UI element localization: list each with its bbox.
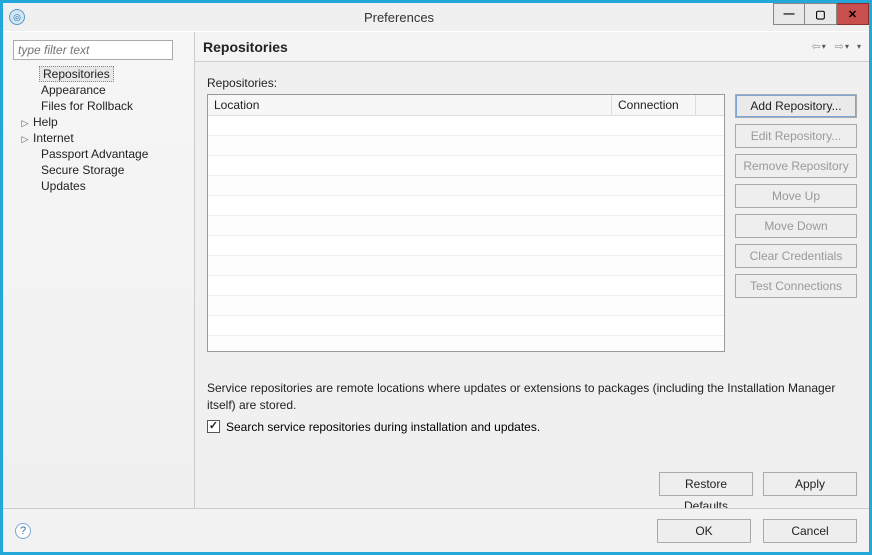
tree-item[interactable]: Passport Advantage	[13, 146, 184, 162]
nav-forward-menu-icon[interactable]: ▾	[845, 42, 849, 51]
table-row	[208, 176, 724, 196]
move-down-button[interactable]: Move Down	[735, 214, 857, 238]
tree-item-label: Files for Rollback	[39, 99, 135, 113]
tree-item[interactable]: ▷Internet	[13, 130, 184, 146]
app-icon: ◎	[9, 9, 25, 25]
table-header: Location Connection	[208, 95, 724, 116]
column-location[interactable]: Location	[208, 95, 612, 115]
tree-item-label: Repositories	[39, 66, 114, 82]
table-row	[208, 296, 724, 316]
cancel-button[interactable]: Cancel	[763, 519, 857, 543]
minimize-button[interactable]: —	[773, 3, 805, 25]
search-repos-label: Search service repositories during insta…	[226, 420, 540, 434]
tree-item-label: Help	[31, 115, 60, 129]
search-repos-checkbox-row: Search service repositories during insta…	[207, 420, 857, 434]
test-connections-button[interactable]: Test Connections	[735, 274, 857, 298]
table-row	[208, 236, 724, 256]
view-menu-icon[interactable]: ▾	[857, 42, 861, 51]
table-row	[208, 256, 724, 276]
expander-icon[interactable]: ▷	[19, 134, 31, 145]
page-body: Repositories: Location Connection Add Re…	[195, 62, 869, 508]
tree-item[interactable]: Files for Rollback	[13, 98, 184, 114]
table-row	[208, 316, 724, 336]
titlebar: ◎ Preferences — ▢ ✕	[3, 3, 869, 31]
window-controls: — ▢ ✕	[773, 3, 869, 31]
filter-input[interactable]	[13, 40, 173, 60]
tree-item[interactable]: Updates	[13, 178, 184, 194]
tree-item-label: Passport Advantage	[39, 147, 150, 161]
tree-item-label: Appearance	[39, 83, 108, 97]
clear-credentials-button[interactable]: Clear Credentials	[735, 244, 857, 268]
repo-buttons: Add Repository... Edit Repository... Rem…	[735, 94, 857, 298]
tree-item[interactable]: Repositories	[13, 66, 184, 82]
table-row	[208, 136, 724, 156]
column-connection[interactable]: Connection	[612, 95, 696, 115]
add-repository-button[interactable]: Add Repository...	[735, 94, 857, 118]
nav-back-menu-icon[interactable]: ▾	[822, 42, 826, 51]
tree-item[interactable]: ▷Help	[13, 114, 184, 130]
maximize-button[interactable]: ▢	[805, 3, 837, 25]
help-icon[interactable]: ?	[15, 523, 31, 539]
apply-button[interactable]: Apply	[763, 472, 857, 496]
nav-back-icon[interactable]: ⇦	[812, 40, 821, 53]
nav-forward-icon[interactable]: ⇨	[835, 40, 844, 53]
preferences-tree[interactable]: RepositoriesAppearance Files for Rollback…	[13, 66, 184, 194]
content-area: RepositoriesAppearanceFiles for Rollback…	[3, 31, 869, 508]
restore-defaults-button[interactable]: Restore Defaults	[659, 472, 753, 496]
close-button[interactable]: ✕	[837, 3, 869, 25]
edit-repository-button[interactable]: Edit Repository...	[735, 124, 857, 148]
left-pane: RepositoriesAppearance Files for Rollback…	[3, 32, 195, 508]
expander-icon[interactable]: ▷	[19, 118, 31, 129]
table-row	[208, 336, 724, 352]
table-and-buttons: Location Connection Add Repository... Ed…	[207, 94, 857, 352]
repositories-table[interactable]: Location Connection	[207, 94, 725, 352]
window-title: Preferences	[25, 10, 773, 25]
ok-button[interactable]: OK	[657, 519, 751, 543]
table-row	[208, 116, 724, 136]
table-body	[208, 116, 724, 352]
preferences-window: ◎ Preferences — ▢ ✕ RepositoriesAppearan…	[0, 0, 872, 555]
dialog-footer: ? OK Cancel	[3, 508, 869, 552]
page-title: Repositories	[203, 39, 811, 55]
tree-item-label: Secure Storage	[39, 163, 126, 177]
table-row	[208, 216, 724, 236]
right-pane: Repositories ⇦ ▾ ⇨ ▾ ▾ Repositories: Loc…	[195, 32, 869, 508]
table-row	[208, 276, 724, 296]
table-row	[208, 156, 724, 176]
page-header: Repositories ⇦ ▾ ⇨ ▾ ▾	[195, 32, 869, 62]
repositories-label: Repositories:	[207, 76, 857, 90]
tree-item[interactable]: Appearance	[13, 82, 184, 98]
table-row	[208, 196, 724, 216]
search-repos-checkbox[interactable]	[207, 420, 220, 433]
move-up-button[interactable]: Move Up	[735, 184, 857, 208]
remove-repository-button[interactable]: Remove Repository	[735, 154, 857, 178]
column-spare	[696, 95, 724, 115]
description-text: Service repositories are remote location…	[207, 380, 857, 414]
tree-item-label: Internet	[31, 131, 76, 145]
tree-item[interactable]: Secure Storage	[13, 162, 184, 178]
tree-item-label: Updates	[39, 179, 88, 193]
page-buttons: Restore Defaults Apply	[207, 472, 857, 500]
